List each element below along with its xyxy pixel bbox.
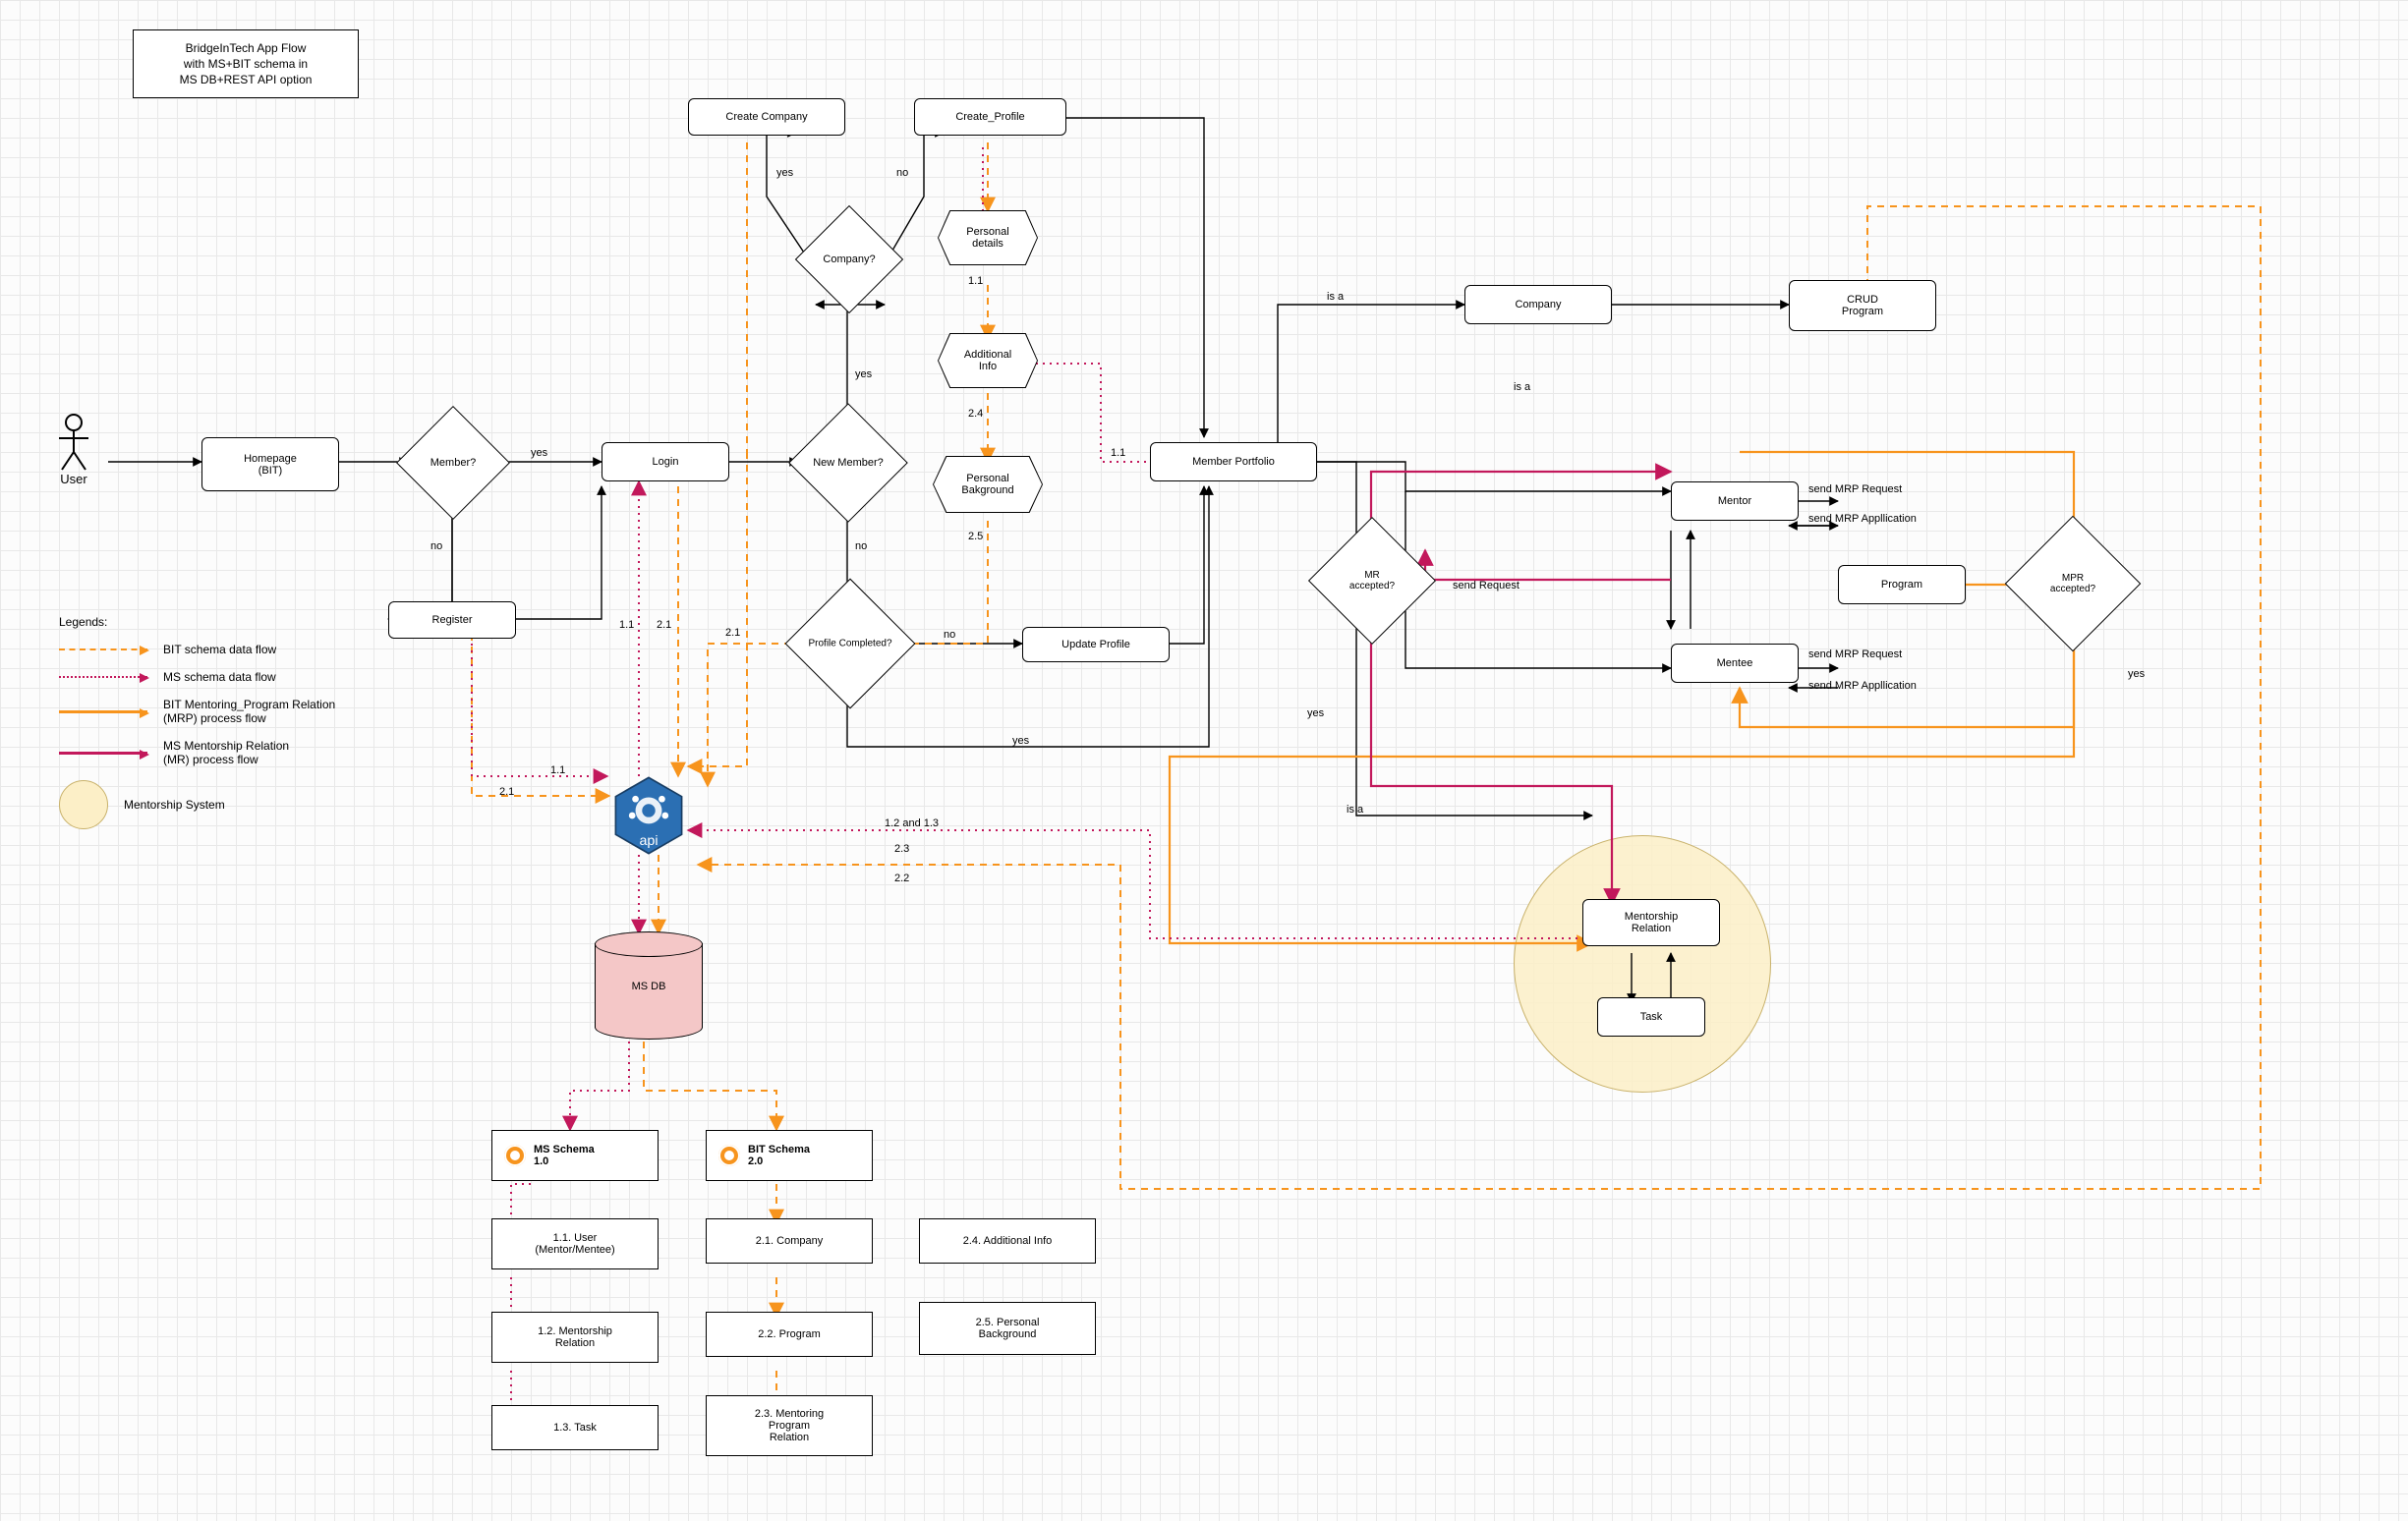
node-program: Program <box>1838 565 1966 604</box>
node-mr-accepted-q: MR accepted? <box>1308 517 1436 645</box>
ms-schema-box: MS Schema 1.0 <box>491 1130 659 1181</box>
lbl-2-4: 2.4 <box>968 408 983 420</box>
lbl-yes: yes <box>531 447 547 459</box>
legend-ms-data: MS schema data flow <box>59 670 413 684</box>
gear-icon <box>504 1145 526 1166</box>
lbl-mrp-req: send MRP Request <box>1808 483 1902 495</box>
bit-2-2: 2.2. Program <box>706 1312 873 1357</box>
node-member-portfolio: Member Portfolio <box>1150 442 1317 481</box>
diagram-canvas: BridgeInTech App Flow with MS+BIT schema… <box>0 0 2408 1521</box>
lbl-2-1: 2.1 <box>499 786 514 798</box>
node-homepage: Homepage (BIT) <box>201 437 339 491</box>
legend-ms-system: Mentorship System <box>59 780 413 829</box>
bit-2-4: 2.4. Additional Info <box>919 1218 1096 1264</box>
diagram-title: BridgeInTech App Flow with MS+BIT schema… <box>133 29 359 98</box>
bit-schema-box: BIT Schema 2.0 <box>706 1130 873 1181</box>
ms-db-cylinder: MS DB <box>595 931 703 1040</box>
legend-line-icon <box>59 676 147 678</box>
lbl-mrp-req: send MRP Request <box>1808 648 1902 660</box>
node-personal-background: Personal Bakground <box>934 457 1042 512</box>
legend-line-icon <box>59 648 147 650</box>
lbl-mrp-app: send MRP Appllication <box>1808 513 1917 525</box>
bit-2-3: 2.3. Mentoring Program Relation <box>706 1395 873 1456</box>
node-mentor: Mentor <box>1671 481 1799 521</box>
node-personal-details: Personal details <box>939 211 1037 264</box>
bit-2-1: 2.1. Company <box>706 1218 873 1264</box>
user-actor-label: User <box>39 472 108 486</box>
user-actor-icon: User <box>39 413 108 486</box>
lbl-yes: yes <box>1012 735 1029 747</box>
lbl-2-5: 2.5 <box>968 531 983 542</box>
lbl-send-request: send Request <box>1453 580 1519 592</box>
ms-1-1: 1.1. User (Mentor/Mentee) <box>491 1218 659 1269</box>
legend: Legends: BIT schema data flow MS schema … <box>59 615 413 843</box>
legend-line-icon <box>59 752 147 755</box>
lbl-isa: is a <box>1347 804 1363 816</box>
svg-text:api: api <box>639 833 658 849</box>
lbl-2-3: 2.3 <box>894 843 909 855</box>
node-create-profile: Create_Profile <box>914 98 1066 136</box>
node-crud-program: CRUD Program <box>1789 280 1936 331</box>
node-mentorship-relation: Mentorship Relation <box>1582 899 1720 946</box>
lbl-1-2-3: 1.2 and 1.3 <box>885 817 939 829</box>
ms-1-2: 1.2. Mentorship Relation <box>491 1312 659 1363</box>
lbl-1-1: 1.1 <box>550 764 565 776</box>
node-profile-completed-q: Profile Completed? <box>785 579 916 709</box>
node-create-company: Create Company <box>688 98 845 136</box>
lbl-2-2: 2.2 <box>894 873 909 884</box>
node-company-q: Company? <box>795 205 903 313</box>
lbl-no: no <box>430 540 442 552</box>
node-additional-info: Additional Info <box>939 334 1037 387</box>
node-new-member-q: New Member? <box>788 403 908 523</box>
lbl-1-1: 1.1 <box>968 275 983 287</box>
legend-circle-icon <box>59 780 108 829</box>
api-icon: api <box>607 774 690 857</box>
legend-bit-data: BIT schema data flow <box>59 643 413 656</box>
legend-line-icon <box>59 710 147 713</box>
lbl-1-1: 1.1 <box>619 619 634 631</box>
node-mpr-accepted-q: MPR accepted? <box>2005 516 2142 652</box>
lbl-isa: is a <box>1327 291 1344 303</box>
lbl-no: no <box>855 540 867 552</box>
legend-title: Legends: <box>59 615 413 629</box>
bit-2-5: 2.5. Personal Background <box>919 1302 1096 1355</box>
lbl-no: no <box>896 167 908 179</box>
ms-1-3: 1.3. Task <box>491 1405 659 1450</box>
node-task: Task <box>1597 997 1705 1037</box>
ms-db-label: MS DB <box>595 981 703 992</box>
lbl-mrp-app: send MRP Appllication <box>1808 680 1917 692</box>
lbl-yes: yes <box>855 368 872 380</box>
lbl-yes: yes <box>2128 668 2145 680</box>
lbl-no: no <box>944 629 955 641</box>
lbl-yes: yes <box>776 167 793 179</box>
lbl-isa: is a <box>1514 381 1530 393</box>
gear-icon <box>718 1145 740 1166</box>
legend-bit-mrp: BIT Mentoring_Program Relation (MRP) pro… <box>59 698 413 725</box>
node-login: Login <box>602 442 729 481</box>
node-member-q: Member? <box>396 406 510 520</box>
node-company: Company <box>1464 285 1612 324</box>
lbl-2-1: 2.1 <box>725 627 740 639</box>
lbl-2-1: 2.1 <box>657 619 671 631</box>
node-update-profile: Update Profile <box>1022 627 1170 662</box>
mentorship-system-region <box>1514 835 1771 1093</box>
legend-ms-mr: MS Mentorship Relation (MR) process flow <box>59 739 413 766</box>
node-mentee: Mentee <box>1671 644 1799 683</box>
lbl-yes: yes <box>1307 707 1324 719</box>
lbl-1-1: 1.1 <box>1111 447 1125 459</box>
